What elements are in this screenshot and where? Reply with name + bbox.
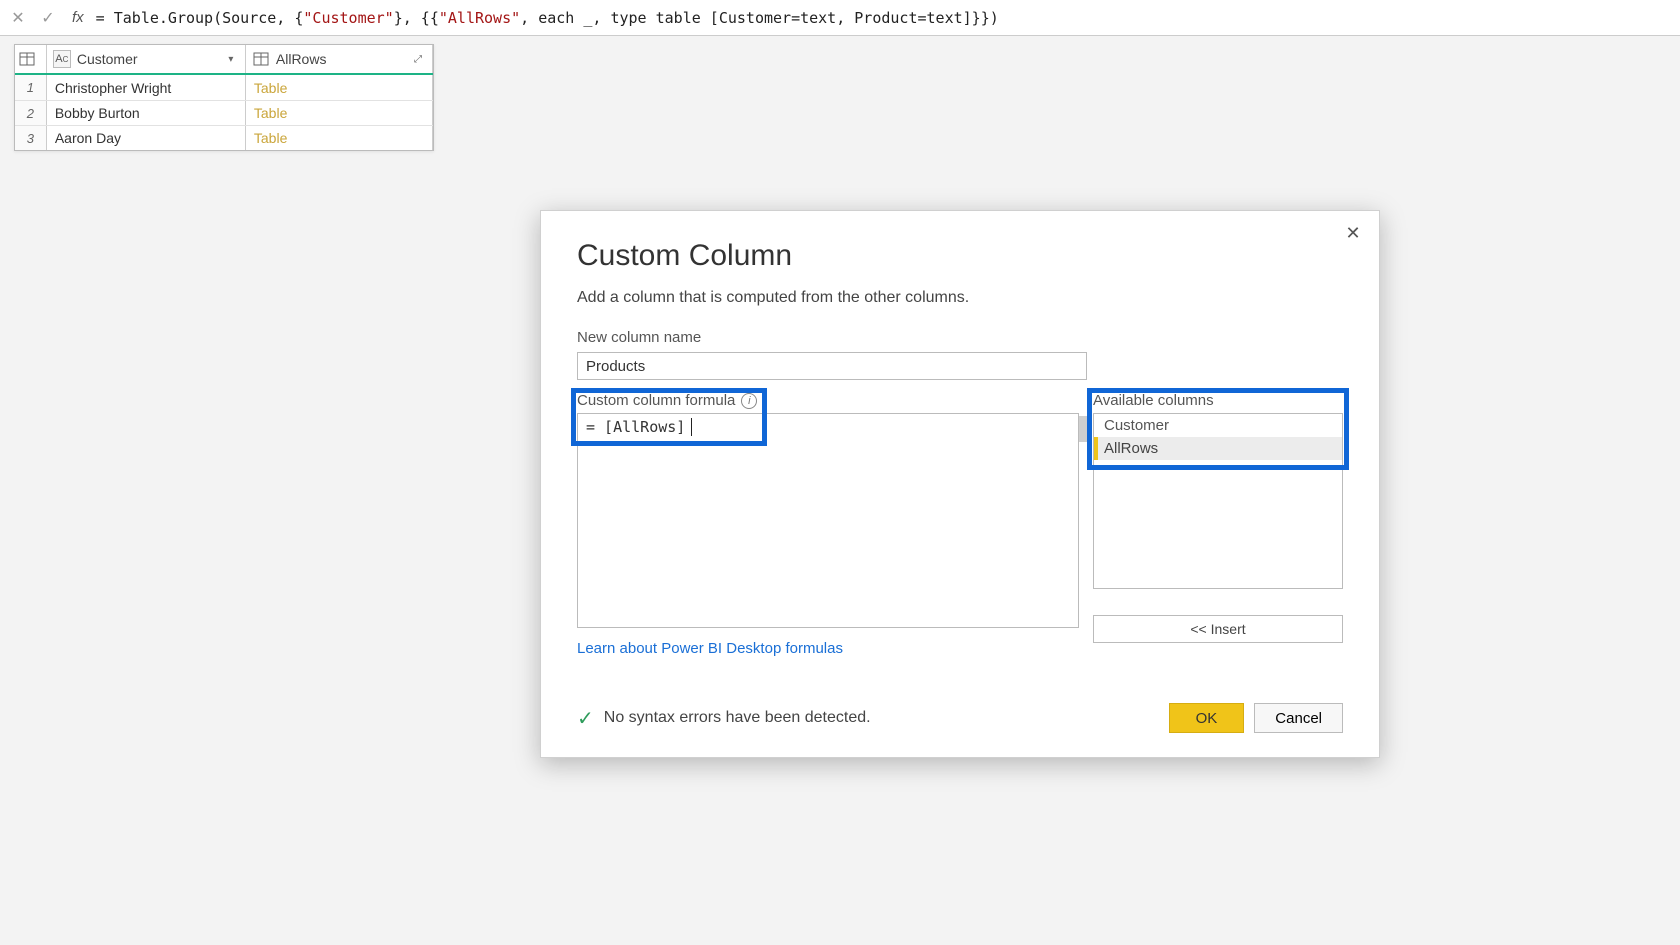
scrollbar-thumb[interactable] — [1079, 416, 1087, 442]
dialog-description: Add a column that is computed from the o… — [577, 289, 1343, 307]
row-index-header[interactable] — [15, 45, 47, 73]
fx-label: fx — [72, 9, 84, 26]
info-icon[interactable]: i — [741, 393, 757, 409]
column-header-customer[interactable]: AC Customer ▾ — [47, 45, 246, 73]
formula-input[interactable]: = [AllRows] — [577, 413, 1079, 628]
ok-button[interactable]: OK — [1169, 703, 1245, 733]
formula-text[interactable]: = Table.Group(Source, {"Customer"}, {{"A… — [96, 9, 999, 27]
table-row[interactable]: 1 Christopher Wright Table — [15, 75, 433, 100]
table-type-icon — [252, 50, 270, 68]
formula-bar: ✕ ✓ fx = Table.Group(Source, {"Customer"… — [0, 0, 1680, 36]
table-icon — [18, 50, 36, 68]
cancel-formula-icon[interactable]: ✕ — [6, 6, 30, 30]
insert-button[interactable]: << Insert — [1093, 615, 1343, 643]
expand-icon[interactable]: ⤢ — [410, 51, 426, 67]
learn-link[interactable]: Learn about Power BI Desktop formulas — [577, 640, 843, 657]
cancel-button[interactable]: Cancel — [1254, 703, 1343, 733]
text-type-icon: AC — [53, 50, 71, 68]
available-column-item[interactable]: AllRows — [1094, 437, 1342, 460]
available-columns-list: Customer AllRows — [1093, 413, 1343, 589]
check-icon: ✓ — [577, 706, 594, 731]
text-caret — [691, 418, 692, 436]
syntax-status: No syntax errors have been detected. — [604, 709, 871, 727]
custom-column-dialog: ✕ Custom Column Add a column that is com… — [540, 210, 1380, 758]
formula-label: Custom column formula i — [577, 392, 1079, 409]
table-row[interactable]: 2 Bobby Burton Table — [15, 100, 433, 125]
grid-header: AC Customer ▾ AllRows ⤢ — [15, 45, 433, 75]
data-grid: AC Customer ▾ AllRows ⤢ 1 Christopher Wr… — [14, 44, 434, 151]
new-column-name-input[interactable] — [577, 352, 1087, 380]
available-column-item[interactable]: Customer — [1094, 414, 1342, 437]
close-icon[interactable]: ✕ — [1341, 221, 1365, 245]
table-row[interactable]: 3 Aaron Day Table — [15, 125, 433, 150]
dialog-title: Custom Column — [577, 239, 1343, 273]
accept-formula-icon[interactable]: ✓ — [36, 6, 60, 30]
available-columns-label: Available columns — [1093, 392, 1343, 409]
new-column-name-label: New column name — [577, 329, 1343, 346]
chevron-down-icon[interactable]: ▾ — [223, 51, 239, 67]
column-header-allrows[interactable]: AllRows ⤢ — [246, 45, 433, 73]
